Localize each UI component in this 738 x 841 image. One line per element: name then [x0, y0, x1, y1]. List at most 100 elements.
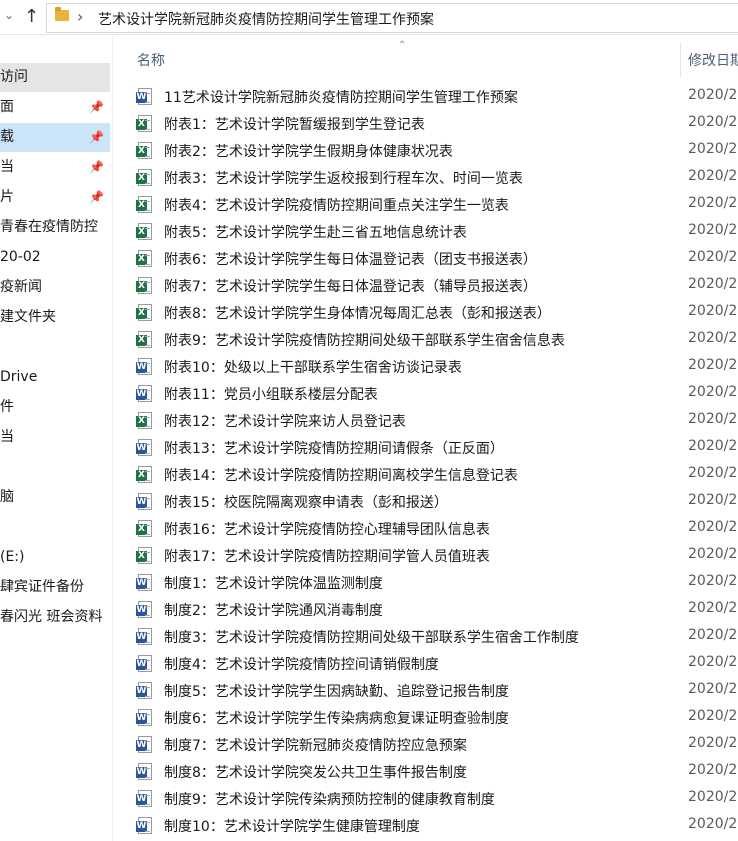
file-row[interactable]: W 制度7：艺术设计学院新冠肺炎疫情防控应急预案 2020/2	[113, 732, 738, 759]
column-divider[interactable]	[680, 42, 681, 78]
file-row[interactable]: W 附表11：党员小组联系楼层分配表 2020/2	[113, 381, 738, 408]
file-name: 附表7：艺术设计学院学生每日体温登记表（辅导员报送表）	[164, 279, 537, 295]
word-document-icon: W	[136, 628, 152, 645]
sidebar-item[interactable]: 当	[0, 423, 110, 452]
file-modified-date: 2020/2	[688, 357, 738, 373]
sidebar-item[interactable]: 片 📌	[0, 183, 110, 212]
file-row[interactable]: W 附表10：处级以上干部联系学生宿舍访谈记录表 2020/2	[113, 354, 738, 381]
file-row[interactable]: W 制度10：艺术设计学院学生健康管理制度 2020/2	[113, 813, 738, 840]
word-document-icon: W	[136, 493, 152, 510]
sidebar-item[interactable]: 件	[0, 393, 110, 422]
file-modified-date: 2020/2	[688, 384, 738, 400]
file-modified-date: 2020/2	[688, 141, 738, 157]
column-header-modified[interactable]: 修改日期	[688, 50, 738, 70]
sidebar-item-label: 面	[0, 99, 14, 115]
file-row[interactable]: X 附表12：艺术设计学院来访人员登记表 2020/2	[113, 408, 738, 435]
excel-spreadsheet-icon: X	[136, 196, 152, 213]
file-modified-date: 2020/2	[688, 465, 738, 481]
file-name: 制度7：艺术设计学院新冠肺炎疫情防控应急预案	[164, 738, 467, 754]
sidebar-item[interactable]: 面 📌	[0, 93, 110, 122]
file-row[interactable]: X 附表7：艺术设计学院学生每日体温登记表（辅导员报送表） 2020/2	[113, 273, 738, 300]
file-row[interactable]: W 制度9：艺术设计学院传染病预防控制的健康教育制度 2020/2	[113, 786, 738, 813]
breadcrumb-separator-icon[interactable]: ›	[77, 7, 83, 26]
file-modified-date: 2020/2	[688, 573, 738, 589]
sidebar-item[interactable]: 肆宾证件备份	[0, 573, 110, 602]
excel-spreadsheet-icon: X	[136, 169, 152, 186]
file-row[interactable]: X 附表14：艺术设计学院疫情防控期间离校学生信息登记表 2020/2	[113, 462, 738, 489]
sidebar-item[interactable]: 当 📌	[0, 153, 110, 182]
file-name: 制度1：艺术设计学院体温监测制度	[164, 576, 383, 592]
file-row[interactable]: X 附表5：艺术设计学院学生赴三省五地信息统计表 2020/2	[113, 219, 738, 246]
excel-spreadsheet-icon: X	[136, 250, 152, 267]
recent-locations-icon[interactable]: ⌄	[4, 8, 14, 22]
file-row[interactable]: W 制度6：艺术设计学院学生传染病病愈复课证明查验制度 2020/2	[113, 705, 738, 732]
sidebar-item[interactable]: 青春在疫情防控	[0, 213, 110, 242]
file-row[interactable]: W 制度3：艺术设计学院疫情防控期间处级干部联系学生宿舍工作制度 2020/2	[113, 624, 738, 651]
sidebar-item-label: 疫新闻	[0, 279, 42, 295]
pin-icon: 📌	[89, 100, 104, 114]
up-arrow-icon[interactable]: ↑	[24, 6, 39, 27]
word-document-icon: W	[136, 358, 152, 375]
sidebar-item[interactable]: 访问	[0, 63, 110, 92]
file-row[interactable]: X 附表4：艺术设计学院疫情防控期间重点关注学生一览表 2020/2	[113, 192, 738, 219]
word-document-icon: W	[136, 763, 152, 780]
sidebar-item[interactable]: 20-02	[0, 243, 110, 272]
sidebar-item[interactable]: 疫新闻	[0, 273, 110, 302]
excel-spreadsheet-icon: X	[136, 412, 152, 429]
file-name: 附表2：艺术设计学院学生假期身体健康状况表	[164, 144, 453, 160]
file-modified-date: 2020/2	[688, 600, 738, 616]
sidebar-item[interactable]: 建文件夹	[0, 303, 110, 332]
address-field[interactable]: › 艺术设计学院新冠肺炎疫情防控期间学生管理工作预案	[46, 3, 738, 33]
file-row[interactable]: W 11艺术设计学院新冠肺炎疫情防控期间学生管理工作预案 2020/2	[113, 84, 738, 111]
pin-icon: 📌	[89, 160, 104, 174]
file-row[interactable]: X 附表8：艺术设计学院学生身体情况每周汇总表（彭和报送表） 2020/2	[113, 300, 738, 327]
excel-spreadsheet-icon: X	[136, 142, 152, 159]
file-name: 附表14：艺术设计学院疫情防控期间离校学生信息登记表	[164, 468, 518, 484]
word-document-icon: W	[136, 817, 152, 834]
sidebar-item-label: 片	[0, 189, 14, 205]
excel-spreadsheet-icon: X	[136, 223, 152, 240]
file-row[interactable]: X 附表1：艺术设计学院暂缓报到学生登记表 2020/2	[113, 111, 738, 138]
file-modified-date: 2020/2	[688, 627, 738, 643]
column-header-name[interactable]: 名称	[137, 50, 165, 70]
sidebar-item[interactable]	[0, 513, 110, 542]
sidebar-item[interactable]: Drive	[0, 363, 110, 392]
file-modified-date: 2020/2	[688, 681, 738, 697]
file-row[interactable]: W 制度1：艺术设计学院体温监测制度 2020/2	[113, 570, 738, 597]
file-name: 附表13：艺术设计学院疫情防控期间请假条（正反面）	[164, 441, 504, 457]
sidebar-item[interactable]: 春闪光 班会资料	[0, 603, 110, 632]
sidebar-item-label: 当	[0, 429, 14, 445]
word-document-icon: W	[136, 736, 152, 753]
file-name: 制度3：艺术设计学院疫情防控期间处级干部联系学生宿舍工作制度	[164, 630, 579, 646]
file-row[interactable]: X 附表9：艺术设计学院疫情防控期间处级干部联系学生宿舍信息表 2020/2	[113, 327, 738, 354]
file-modified-date: 2020/2	[688, 546, 738, 562]
sidebar-item-label: 20-02	[0, 249, 41, 265]
file-row[interactable]: W 制度8：艺术设计学院突发公共卫生事件报告制度 2020/2	[113, 759, 738, 786]
file-row[interactable]: X 附表6：艺术设计学院学生每日体温登记表（团支书报送表） 2020/2	[113, 246, 738, 273]
file-modified-date: 2020/2	[688, 330, 738, 346]
file-name: 附表8：艺术设计学院学生身体情况每周汇总表（彭和报送表）	[164, 306, 551, 322]
file-row[interactable]: X 附表16：艺术设计学院疫情防控心理辅导团队信息表 2020/2	[113, 516, 738, 543]
file-row[interactable]: W 附表13：艺术设计学院疫情防控期间请假条（正反面） 2020/2	[113, 435, 738, 462]
sidebar-item-label: 件	[0, 399, 14, 415]
address-bar: ⌄ ↑ › 艺术设计学院新冠肺炎疫情防控期间学生管理工作预案	[0, 0, 738, 35]
file-row[interactable]: W 制度5：艺术设计学院学生因病缺勤、追踪登记报告制度 2020/2	[113, 678, 738, 705]
sidebar-item[interactable]	[0, 333, 110, 362]
excel-spreadsheet-icon: X	[136, 331, 152, 348]
sidebar-item[interactable]	[0, 453, 110, 482]
file-name: 11艺术设计学院新冠肺炎疫情防控期间学生管理工作预案	[164, 90, 518, 106]
file-row[interactable]: X 附表17：艺术设计学院疫情防控期间学管人员值班表 2020/2	[113, 543, 738, 570]
file-row[interactable]: X 附表3：艺术设计学院学生返校报到行程车次、时间一览表 2020/2	[113, 165, 738, 192]
sidebar-item-label: 脑	[0, 489, 14, 505]
sidebar-item[interactable]: 载 📌	[0, 123, 110, 152]
excel-spreadsheet-icon: X	[136, 277, 152, 294]
file-modified-date: 2020/2	[688, 87, 738, 103]
file-row[interactable]: W 附表15：校医院隔离观察申请表（彭和报送） 2020/2	[113, 489, 738, 516]
sidebar-item[interactable]: 脑	[0, 483, 110, 512]
file-modified-date: 2020/2	[688, 789, 738, 805]
file-row[interactable]: X 附表2：艺术设计学院学生假期身体健康状况表 2020/2	[113, 138, 738, 165]
breadcrumb-current-folder[interactable]: 艺术设计学院新冠肺炎疫情防控期间学生管理工作预案	[98, 9, 434, 29]
file-row[interactable]: W 制度4：艺术设计学院疫情防控间请销假制度 2020/2	[113, 651, 738, 678]
sidebar-item[interactable]: (E:)	[0, 543, 110, 572]
file-row[interactable]: W 制度2：艺术设计学院通风消毒制度 2020/2	[113, 597, 738, 624]
